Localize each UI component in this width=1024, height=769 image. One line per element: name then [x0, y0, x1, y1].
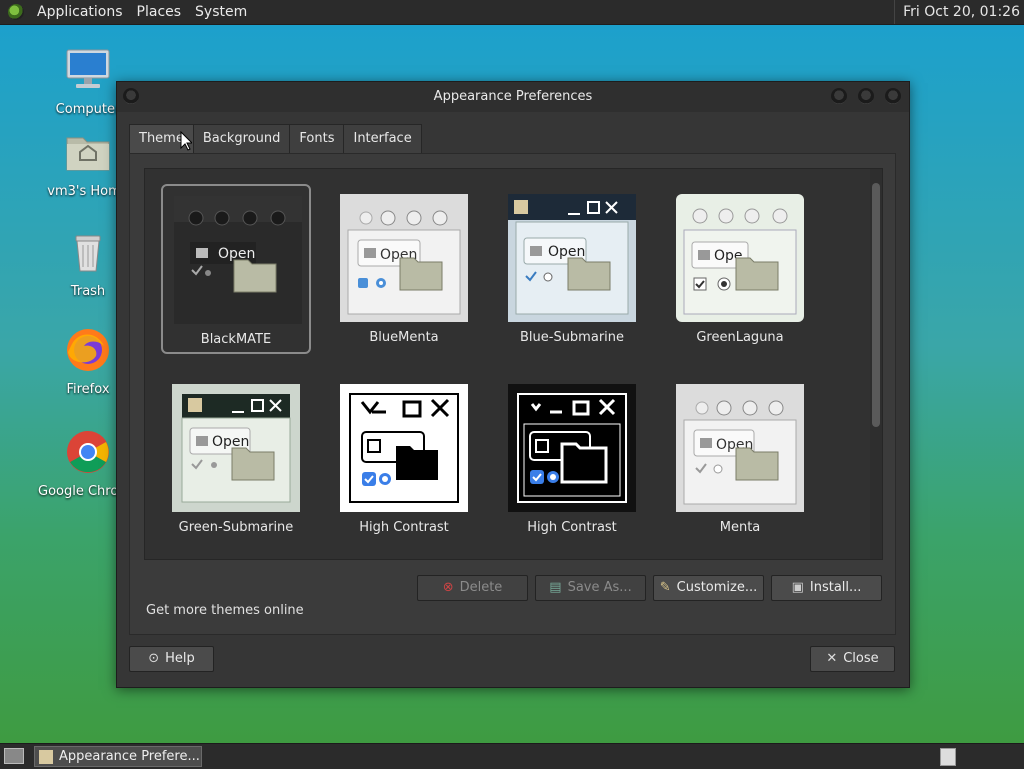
delete-icon: ⊗ [442, 580, 454, 595]
window-titlebar[interactable]: Appearance Preferences [117, 82, 909, 112]
theme-list-scrollbar[interactable] [870, 169, 882, 559]
scrollbar-thumb[interactable] [872, 183, 880, 427]
firefox-icon [67, 329, 109, 371]
save-as-icon: ▤ [549, 580, 562, 595]
theme-thumbnail: Open [340, 194, 468, 322]
theme-item-blue-submarine[interactable]: Open Blue-Submarine [497, 184, 647, 354]
theme-name: High Contrast [359, 520, 449, 535]
theme-item-bluementa[interactable]: Open BlueMenta [329, 184, 479, 354]
save-as-button[interactable]: ▤ Save As... [535, 575, 646, 601]
places-menu[interactable]: Places [130, 4, 189, 20]
theme-item-green-submarine[interactable]: Open Green-Submarine [161, 374, 311, 544]
home-folder-icon [66, 137, 110, 171]
tab-interface[interactable]: Interface [343, 124, 422, 154]
computer-icon [66, 49, 110, 88]
theme-name: BlueMenta [369, 330, 439, 345]
theme-item-blackmate[interactable]: Open BlackMATE [161, 184, 311, 354]
install-button[interactable]: ▣ Install... [771, 575, 882, 601]
show-desktop-icon[interactable] [4, 748, 24, 764]
clock[interactable]: Fri Oct 20, 01:26 [894, 0, 1020, 24]
theme-name: High Contrast [527, 520, 617, 535]
appearance-preferences-window: Appearance Preferences Theme Background … [116, 81, 910, 688]
theme-name: Menta [719, 520, 761, 535]
theme-item-high-contrast[interactable]: High Contrast [329, 374, 479, 544]
appearance-app-icon [39, 749, 53, 764]
window-title: Appearance Preferences [433, 89, 593, 104]
help-button[interactable]: ⊙ Help [129, 646, 214, 672]
close-icon: ✕ [826, 651, 838, 666]
theme-name: Green-Submarine [178, 520, 294, 535]
customize-label: Customize... [676, 580, 758, 595]
theme-name: Blue-Submarine [519, 330, 625, 345]
mate-logo-icon[interactable] [8, 4, 24, 20]
help-label: Help [165, 651, 195, 666]
theme-thumbnail: Open [174, 196, 302, 324]
theme-item-menta[interactable]: Open Menta [665, 374, 815, 544]
tab-background[interactable]: Background [192, 124, 290, 154]
theme-name: BlackMATE [200, 332, 272, 347]
theme-item-high-contrast-inverse[interactable]: High Contrast [497, 374, 647, 544]
taskbar-item-label: Appearance Prefere... [59, 749, 200, 764]
theme-thumbnail [340, 384, 468, 512]
tab-fonts[interactable]: Fonts [289, 124, 344, 154]
theme-list: Open BlackMATE Open BlueMenta Open Blue-… [144, 168, 883, 560]
theme-thumbnail: Open [508, 194, 636, 322]
maximize-icon[interactable] [858, 88, 874, 104]
save-as-label: Save As... [567, 580, 632, 595]
mouse-cursor-icon [180, 131, 192, 151]
get-more-themes-link[interactable]: Get more themes online [146, 603, 304, 618]
theme-thumbnail: Open [172, 384, 300, 512]
minimize-icon[interactable] [831, 88, 847, 104]
close-button[interactable]: ✕ Close [810, 646, 895, 672]
delete-label: Delete [459, 580, 503, 595]
install-icon: ▣ [791, 580, 804, 595]
close-label: Close [843, 651, 879, 666]
applications-menu[interactable]: Applications [30, 4, 130, 20]
delete-button[interactable]: ⊗ Delete [417, 575, 528, 601]
top-panel: Applications Places System Fri Oct 20, 0… [0, 0, 1024, 25]
install-label: Install... [809, 580, 862, 595]
customize-icon: ✎ [659, 580, 671, 595]
theme-thumbnail [508, 384, 636, 512]
trash-icon [75, 235, 101, 272]
workspace-switcher-icon[interactable] [940, 748, 956, 766]
theme-thumbnail: Open [676, 384, 804, 512]
help-icon: ⊙ [148, 651, 160, 666]
chrome-icon [67, 431, 109, 473]
taskbar-item-appearance[interactable]: Appearance Prefere... [34, 746, 202, 767]
tab-bar: Theme Background Fonts Interface [129, 124, 422, 154]
close-window-icon[interactable] [885, 88, 901, 104]
theme-name: GreenLaguna [696, 330, 784, 345]
customize-button[interactable]: ✎ Customize... [653, 575, 764, 601]
window-menu-icon[interactable] [123, 88, 139, 104]
bottom-taskbar: Appearance Prefere... [0, 743, 1024, 769]
theme-tab-panel: Open BlackMATE Open BlueMenta Open Blue-… [129, 153, 896, 635]
theme-thumbnail: Ope [676, 194, 804, 322]
system-menu[interactable]: System [188, 4, 254, 20]
theme-item-greenlaguna[interactable]: Ope GreenLaguna [665, 184, 815, 354]
